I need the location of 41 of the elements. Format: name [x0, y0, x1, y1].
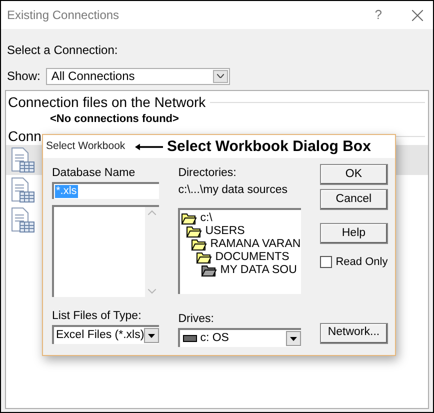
dialog-button[interactable]: Cancel	[320, 189, 388, 210]
folder-icon	[186, 226, 202, 238]
directory-item[interactable]: RAMANA VARAN	[181, 238, 301, 251]
dialog-button[interactable]: Help	[320, 223, 388, 244]
directories-label: Directories:	[178, 166, 238, 180]
show-label: Show:	[7, 68, 40, 85]
dialog-button[interactable]: OK	[320, 164, 388, 185]
empty-message: <No connections found>	[49, 112, 180, 127]
file-list[interactable]	[52, 205, 160, 297]
list-files-type-label: List Files of Type:	[52, 309, 142, 323]
annotation-arrow	[135, 143, 163, 151]
read-only-label: Read Only	[336, 255, 388, 270]
help-button[interactable]: ?	[374, 5, 382, 25]
dropdown-arrow-icon	[290, 336, 297, 340]
folder-icon	[181, 212, 198, 224]
directory-item[interactable]: MY DATA SOU	[181, 264, 301, 277]
section-heading: Conn	[8, 127, 42, 145]
drive-icon	[183, 335, 198, 342]
directory-item[interactable]: USERS	[181, 225, 301, 238]
folder-icon	[196, 252, 212, 264]
drives-dropdown[interactable]: c: OS	[178, 328, 301, 347]
dialog-title: Select Workbook	[46, 138, 126, 154]
section-heading: Connection files on the Network	[8, 93, 206, 111]
drives-label: Drives:	[178, 312, 215, 326]
window-title: Existing Connections	[7, 7, 120, 24]
database-name-label: Database Name	[52, 166, 136, 180]
show-dropdown[interactable]: All Connections	[46, 68, 230, 84]
file-type-dropdown[interactable]: Excel Files (*.xls)	[52, 325, 160, 344]
chevron-down-icon	[217, 74, 224, 78]
folder-icon	[201, 264, 218, 276]
connection-file-icon	[11, 147, 35, 173]
directory-path: c:\...\my data sources	[178, 183, 288, 197]
directory-item[interactable]: c:\	[181, 212, 301, 225]
annotation-text: Select Workbook Dialog Box	[167, 138, 371, 156]
dropdown-arrow-icon	[148, 334, 156, 338]
folder-icon	[191, 238, 208, 250]
close-icon[interactable]	[412, 10, 423, 20]
directory-item[interactable]: DOCUMENTS	[181, 251, 301, 264]
network-button[interactable]: Network...	[320, 322, 388, 344]
read-only-checkbox[interactable]	[320, 256, 332, 268]
select-connection-label: Select a Connection:	[7, 43, 118, 57]
